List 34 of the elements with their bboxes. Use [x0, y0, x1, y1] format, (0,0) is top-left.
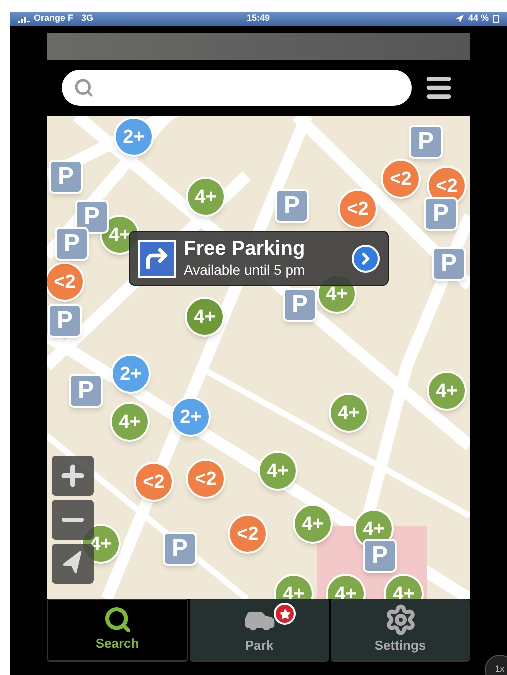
turn-right-icon — [138, 240, 176, 278]
parking-marker[interactable]: P — [75, 200, 109, 234]
tab[interactable]: Settings — [331, 599, 470, 662]
details-button[interactable] — [352, 244, 380, 272]
network-type: 3G — [82, 12, 94, 26]
parking-marker[interactable]: P — [49, 160, 83, 194]
search-field[interactable] — [62, 70, 412, 106]
parking-marker[interactable]: P — [48, 304, 82, 338]
battery-percent: 44 % — [468, 12, 489, 26]
tab[interactable]: Park — [190, 599, 329, 662]
carrier-name: Orange F — [34, 12, 74, 26]
status-time: 15:49 — [246, 12, 270, 26]
location-icon — [456, 15, 464, 23]
search-icon — [74, 78, 94, 98]
callout-subtitle: Available until 5 pm — [184, 262, 306, 280]
search-icon — [104, 606, 132, 634]
parking-marker[interactable]: P — [363, 539, 397, 573]
settings-icon — [384, 604, 416, 636]
parking-marker[interactable]: P — [432, 247, 466, 281]
parking-marker[interactable]: P — [283, 288, 317, 322]
parking-marker[interactable]: P — [409, 125, 443, 159]
parking-marker[interactable]: P — [275, 189, 309, 223]
tab[interactable]: Search — [47, 599, 188, 662]
callout-bubble[interactable]: Free Parking Available until 5 pm — [129, 231, 389, 286]
minus-icon — [62, 518, 84, 522]
scale-button[interactable]: 1x — [485, 655, 507, 675]
parking-marker[interactable]: P — [163, 532, 197, 566]
parking-marker[interactable]: P — [69, 374, 103, 408]
zoom-in-button[interactable] — [52, 456, 94, 496]
battery-icon — [493, 15, 499, 23]
parking-marker[interactable]: P — [424, 197, 458, 231]
callout-title: Free Parking — [184, 237, 306, 262]
parking-marker[interactable]: P — [55, 227, 89, 261]
signal-icon — [18, 16, 30, 22]
